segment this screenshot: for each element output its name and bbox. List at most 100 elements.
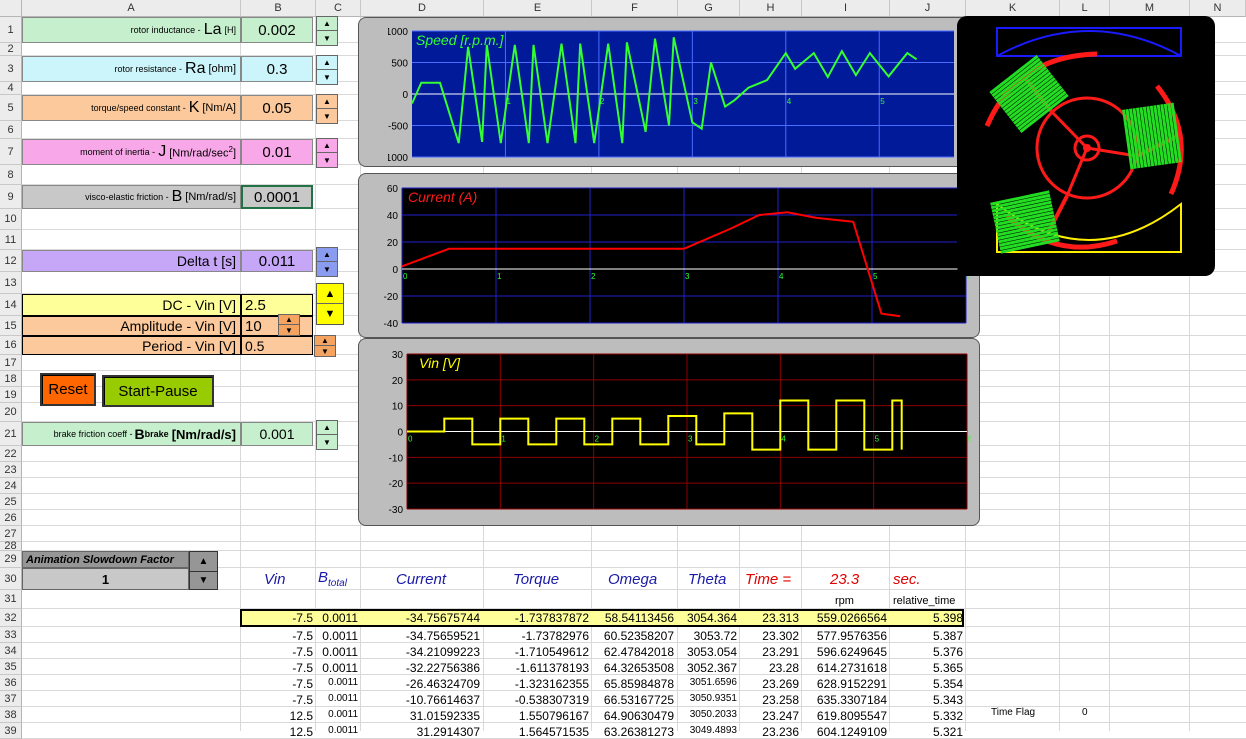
spin-down-icon[interactable]: ▼ — [190, 572, 217, 591]
table-cell[interactable]: 3053.72 — [694, 629, 737, 643]
row-header[interactable]: 9 — [0, 185, 22, 209]
j-spinner[interactable]: ▲ ▼ — [316, 138, 338, 168]
table-cell[interactable]: 23.313 — [762, 611, 799, 625]
b-value-cell[interactable]: 0.0001 — [241, 185, 313, 209]
table-cell[interactable]: 3050.2033 — [690, 709, 737, 720]
table-cell[interactable]: -1.323162355 — [515, 677, 589, 691]
amp-value-cell[interactable]: 10 — [241, 316, 313, 336]
row-header[interactable]: 39 — [0, 723, 22, 739]
table-cell[interactable]: 596.6249645 — [817, 645, 887, 659]
la-value-cell[interactable]: 0.002 — [241, 17, 313, 43]
table-cell[interactable]: 12.5 — [290, 709, 313, 723]
spin-down-icon[interactable]: ▼ — [317, 435, 337, 449]
table-cell[interactable]: 31.01592335 — [410, 709, 480, 723]
table-cell[interactable]: 0.0011 — [322, 611, 358, 625]
ra-value-cell[interactable]: 0.3 — [241, 56, 313, 82]
table-cell[interactable]: 3051.6596 — [690, 677, 737, 688]
table-cell[interactable]: 5.365 — [933, 661, 963, 675]
row-header[interactable]: 23 — [0, 462, 22, 478]
la-spinner[interactable]: ▲ ▼ — [316, 16, 338, 46]
table-cell[interactable]: 65.85984878 — [604, 677, 674, 691]
row-header[interactable]: 13 — [0, 272, 22, 294]
table-cell[interactable]: 635.3307184 — [817, 693, 887, 707]
table-cell[interactable]: 3052.367 — [687, 661, 737, 675]
table-cell[interactable]: 5.376 — [933, 645, 963, 659]
table-cell[interactable]: 58.54113456 — [605, 611, 674, 625]
spin-up-icon[interactable]: ▲ — [317, 139, 337, 153]
table-cell[interactable]: 31.2914307 — [417, 725, 480, 739]
reset-button[interactable]: Reset — [40, 373, 96, 406]
column-header[interactable]: K — [966, 0, 1060, 17]
slowdown-value[interactable]: 1 — [22, 568, 189, 590]
table-cell[interactable]: 1.550796167 — [519, 709, 589, 723]
column-header[interactable]: H — [740, 0, 802, 17]
table-cell[interactable]: 619.8095547 — [817, 709, 887, 723]
row-header[interactable]: 21 — [0, 422, 22, 446]
table-cell[interactable]: 5.321 — [933, 725, 963, 739]
table-cell[interactable]: 3053.054 — [687, 645, 737, 659]
ra-spinner[interactable]: ▲ ▼ — [316, 55, 338, 85]
table-cell[interactable]: -7.5 — [292, 645, 313, 659]
table-cell[interactable]: -7.5 — [292, 677, 313, 691]
dt-spinner[interactable]: ▲ ▼ — [316, 247, 338, 277]
spin-up-icon[interactable]: ▲ — [315, 336, 335, 346]
table-cell[interactable]: -7.5 — [292, 611, 313, 625]
table-cell[interactable]: 1.564571535 — [519, 725, 589, 739]
row-header[interactable]: 4 — [0, 82, 22, 95]
row-header[interactable]: 29 — [0, 551, 22, 568]
column-header[interactable]: E — [484, 0, 592, 17]
column-header[interactable]: D — [361, 0, 484, 17]
table-cell[interactable]: -34.75659521 — [406, 629, 480, 643]
slowdown-spinner[interactable]: ▲ ▼ — [189, 551, 218, 590]
start-pause-button[interactable]: Start-Pause — [102, 375, 214, 407]
dt-value-cell[interactable]: 0.011 — [241, 250, 313, 272]
row-header[interactable]: 17 — [0, 355, 22, 371]
table-cell[interactable]: 23.269 — [762, 677, 799, 691]
row-header[interactable]: 19 — [0, 387, 22, 403]
table-cell[interactable]: 559.0266564 — [817, 611, 887, 625]
brake-value-cell[interactable]: 0.001 — [241, 422, 313, 446]
spin-up-icon[interactable]: ▲ — [279, 315, 299, 325]
table-cell[interactable]: 63.26381273 — [604, 725, 674, 739]
spin-down-icon[interactable]: ▼ — [317, 153, 337, 167]
column-header[interactable]: I — [802, 0, 890, 17]
table-cell[interactable]: -7.5 — [292, 661, 313, 675]
row-header[interactable]: 7 — [0, 139, 22, 165]
column-header[interactable]: F — [592, 0, 678, 17]
k-spinner[interactable]: ▲ ▼ — [316, 94, 338, 124]
row-header[interactable]: 32 — [0, 609, 22, 627]
spin-down-icon[interactable]: ▼ — [315, 346, 335, 356]
spin-up-icon[interactable]: ▲ — [317, 95, 337, 109]
row-header[interactable]: 30 — [0, 568, 22, 590]
row-header[interactable]: 2 — [0, 43, 22, 56]
spin-down-icon[interactable]: ▼ — [317, 304, 343, 324]
column-header[interactable]: N — [1190, 0, 1246, 17]
spin-up-icon[interactable]: ▲ — [190, 552, 217, 572]
table-cell[interactable]: -7.5 — [292, 693, 313, 707]
table-cell[interactable]: 0.0011 — [322, 645, 358, 659]
column-header[interactable]: A — [22, 0, 241, 17]
j-value-cell[interactable]: 0.01 — [241, 139, 313, 165]
spin-down-icon[interactable]: ▼ — [279, 325, 299, 335]
table-cell[interactable]: -1.737837872 — [515, 611, 589, 625]
per-spinner[interactable]: ▲ ▼ — [314, 335, 336, 357]
table-cell[interactable]: 3050.9351 — [690, 693, 737, 704]
table-cell[interactable]: -10.76614637 — [406, 693, 480, 707]
row-header[interactable]: 10 — [0, 209, 22, 230]
table-cell[interactable]: 60.52358207 — [604, 629, 674, 643]
row-header[interactable]: 5 — [0, 95, 22, 121]
dc-value-cell[interactable]: 2.5 — [241, 294, 313, 316]
table-cell[interactable]: 23.258 — [762, 693, 799, 707]
row-header[interactable]: 35 — [0, 659, 22, 675]
corner-cell[interactable] — [0, 0, 22, 17]
table-cell[interactable]: 614.2731618 — [817, 661, 887, 675]
table-cell[interactable]: 0.0011 — [328, 677, 358, 688]
spin-up-icon[interactable]: ▲ — [317, 248, 337, 262]
row-header[interactable]: 37 — [0, 691, 22, 707]
table-cell[interactable]: 0.0011 — [322, 629, 358, 643]
row-header[interactable]: 38 — [0, 707, 22, 723]
spin-up-icon[interactable]: ▲ — [317, 284, 343, 304]
row-header[interactable]: 16 — [0, 336, 22, 355]
table-cell[interactable]: 5.354 — [933, 677, 963, 691]
table-cell[interactable]: 23.236 — [762, 725, 799, 739]
